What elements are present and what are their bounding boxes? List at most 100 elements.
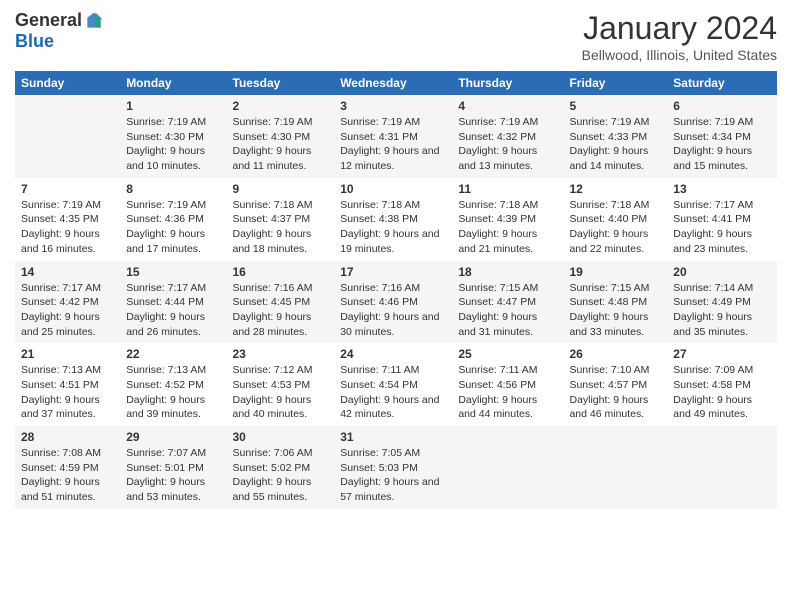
day-number: 18 bbox=[458, 265, 557, 279]
month-title: January 2024 bbox=[582, 10, 777, 47]
day-number: 25 bbox=[458, 347, 557, 361]
day-cell: 21Sunrise: 7:13 AMSunset: 4:51 PMDayligh… bbox=[15, 343, 120, 426]
day-cell: 11 Sunrise: 7:18 AMSunset: 4:39 PMDayligh… bbox=[452, 178, 563, 261]
day-cell: 20Sunrise: 7:14 AMSunset: 4:49 PMDayligh… bbox=[667, 261, 777, 344]
day-number: 24 bbox=[340, 347, 446, 361]
weekday-header-tuesday: Tuesday bbox=[227, 71, 335, 95]
logo-icon bbox=[84, 11, 104, 31]
logo-general: General bbox=[15, 10, 82, 31]
day-number: 12 bbox=[569, 182, 661, 196]
day-number: 31 bbox=[340, 430, 446, 444]
day-cell: 31 Sunrise: 7:05 AMSunset: 5:03 PMDayligh… bbox=[334, 426, 452, 509]
logo: General Blue bbox=[15, 10, 104, 52]
day-cell: 17 Sunrise: 7:16 AMSunset: 4:46 PMDayligh… bbox=[334, 261, 452, 344]
title-area: January 2024 Bellwood, Illinois, United … bbox=[582, 10, 777, 63]
day-info: Sunrise: 7:19 AMSunset: 4:36 PMDaylight:… bbox=[126, 198, 220, 257]
day-number: 27 bbox=[673, 347, 771, 361]
day-info: Sunrise: 7:07 AMSunset: 5:01 PMDaylight:… bbox=[126, 446, 220, 505]
week-row-5: 28 Sunrise: 7:08 AMSunset: 4:59 PMDayligh… bbox=[15, 426, 777, 509]
day-number: 23 bbox=[233, 347, 329, 361]
day-info: Sunrise: 7:11 AMSunset: 4:54 PMDaylight:… bbox=[340, 363, 446, 422]
day-number: 17 bbox=[340, 265, 446, 279]
day-number: 29 bbox=[126, 430, 220, 444]
day-info: Sunrise: 7:10 AMSunset: 4:57 PMDaylight:… bbox=[569, 363, 661, 422]
day-info: Sunrise: 7:19 AMSunset: 4:34 PMDaylight:… bbox=[673, 115, 771, 174]
day-info: Sunrise: 7:09 AMSunset: 4:58 PMDaylight:… bbox=[673, 363, 771, 422]
day-number: 6 bbox=[673, 99, 771, 113]
calendar-table: SundayMondayTuesdayWednesdayThursdayFrid… bbox=[15, 71, 777, 509]
day-cell bbox=[452, 426, 563, 509]
day-info: Sunrise: 7:13 AMSunset: 4:51 PMDaylight:… bbox=[21, 363, 114, 422]
weekday-header-monday: Monday bbox=[120, 71, 226, 95]
day-number: 16 bbox=[233, 265, 329, 279]
day-cell: 2 Sunrise: 7:19 AMSunset: 4:30 PMDaylight… bbox=[227, 95, 335, 178]
weekday-header-row: SundayMondayTuesdayWednesdayThursdayFrid… bbox=[15, 71, 777, 95]
day-number: 3 bbox=[340, 99, 446, 113]
day-info: Sunrise: 7:05 AMSunset: 5:03 PMDaylight:… bbox=[340, 446, 446, 505]
day-cell: 23Sunrise: 7:12 AMSunset: 4:53 PMDayligh… bbox=[227, 343, 335, 426]
day-cell: 29 Sunrise: 7:07 AMSunset: 5:01 PMDayligh… bbox=[120, 426, 226, 509]
day-info: Sunrise: 7:18 AMSunset: 4:40 PMDaylight:… bbox=[569, 198, 661, 257]
day-number: 1 bbox=[126, 99, 220, 113]
day-cell: 12 Sunrise: 7:18 AMSunset: 4:40 PMDayligh… bbox=[563, 178, 667, 261]
day-cell: 16 Sunrise: 7:16 AMSunset: 4:45 PMDayligh… bbox=[227, 261, 335, 344]
day-info: Sunrise: 7:18 AMSunset: 4:37 PMDaylight:… bbox=[233, 198, 329, 257]
day-cell: 18 Sunrise: 7:15 AMSunset: 4:47 PMDayligh… bbox=[452, 261, 563, 344]
day-info: Sunrise: 7:17 AMSunset: 4:41 PMDaylight:… bbox=[673, 198, 771, 257]
weekday-header-friday: Friday bbox=[563, 71, 667, 95]
day-info: Sunrise: 7:06 AMSunset: 5:02 PMDaylight:… bbox=[233, 446, 329, 505]
day-number: 19 bbox=[569, 265, 661, 279]
day-cell bbox=[667, 426, 777, 509]
day-number: 7 bbox=[21, 182, 114, 196]
day-number: 28 bbox=[21, 430, 114, 444]
day-number: 2 bbox=[233, 99, 329, 113]
day-number: 22 bbox=[126, 347, 220, 361]
week-row-4: 21Sunrise: 7:13 AMSunset: 4:51 PMDayligh… bbox=[15, 343, 777, 426]
day-number: 11 bbox=[458, 182, 557, 196]
logo-blue: Blue bbox=[15, 31, 54, 51]
weekday-header-thursday: Thursday bbox=[452, 71, 563, 95]
day-info: Sunrise: 7:17 AMSunset: 4:42 PMDaylight:… bbox=[21, 281, 114, 340]
day-cell: 30 Sunrise: 7:06 AMSunset: 5:02 PMDayligh… bbox=[227, 426, 335, 509]
day-cell: 19Sunrise: 7:15 AMSunset: 4:48 PMDayligh… bbox=[563, 261, 667, 344]
week-row-3: 14 Sunrise: 7:17 AMSunset: 4:42 PMDayligh… bbox=[15, 261, 777, 344]
day-cell: 4 Sunrise: 7:19 AMSunset: 4:32 PMDaylight… bbox=[452, 95, 563, 178]
day-info: Sunrise: 7:15 AMSunset: 4:47 PMDaylight:… bbox=[458, 281, 557, 340]
day-info: Sunrise: 7:16 AMSunset: 4:46 PMDaylight:… bbox=[340, 281, 446, 340]
day-cell: 22 Sunrise: 7:13 AMSunset: 4:52 PMDayligh… bbox=[120, 343, 226, 426]
day-cell: 8 Sunrise: 7:19 AMSunset: 4:36 PMDaylight… bbox=[120, 178, 226, 261]
day-info: Sunrise: 7:18 AMSunset: 4:39 PMDaylight:… bbox=[458, 198, 557, 257]
day-number: 8 bbox=[126, 182, 220, 196]
day-info: Sunrise: 7:16 AMSunset: 4:45 PMDaylight:… bbox=[233, 281, 329, 340]
day-cell: 13 Sunrise: 7:17 AMSunset: 4:41 PMDayligh… bbox=[667, 178, 777, 261]
day-info: Sunrise: 7:19 AMSunset: 4:30 PMDaylight:… bbox=[233, 115, 329, 174]
day-cell bbox=[563, 426, 667, 509]
day-number: 9 bbox=[233, 182, 329, 196]
day-number: 10 bbox=[340, 182, 446, 196]
day-number: 15 bbox=[126, 265, 220, 279]
day-number: 30 bbox=[233, 430, 329, 444]
day-cell: 5Sunrise: 7:19 AMSunset: 4:33 PMDaylight… bbox=[563, 95, 667, 178]
day-info: Sunrise: 7:08 AMSunset: 4:59 PMDaylight:… bbox=[21, 446, 114, 505]
header: General Blue January 2024 Bellwood, Illi… bbox=[15, 10, 777, 63]
day-cell: 15Sunrise: 7:17 AMSunset: 4:44 PMDayligh… bbox=[120, 261, 226, 344]
day-number: 5 bbox=[569, 99, 661, 113]
day-info: Sunrise: 7:19 AMSunset: 4:32 PMDaylight:… bbox=[458, 115, 557, 174]
day-cell: 7Sunrise: 7:19 AMSunset: 4:35 PMDaylight… bbox=[15, 178, 120, 261]
weekday-header-sunday: Sunday bbox=[15, 71, 120, 95]
day-info: Sunrise: 7:18 AMSunset: 4:38 PMDaylight:… bbox=[340, 198, 446, 257]
day-cell: 9 Sunrise: 7:18 AMSunset: 4:37 PMDaylight… bbox=[227, 178, 335, 261]
day-number: 14 bbox=[21, 265, 114, 279]
day-number: 20 bbox=[673, 265, 771, 279]
day-cell: 26 Sunrise: 7:10 AMSunset: 4:57 PMDayligh… bbox=[563, 343, 667, 426]
day-info: Sunrise: 7:11 AMSunset: 4:56 PMDaylight:… bbox=[458, 363, 557, 422]
day-number: 13 bbox=[673, 182, 771, 196]
day-number: 4 bbox=[458, 99, 557, 113]
day-cell bbox=[15, 95, 120, 178]
day-number: 26 bbox=[569, 347, 661, 361]
day-cell: 24 Sunrise: 7:11 AMSunset: 4:54 PMDayligh… bbox=[334, 343, 452, 426]
day-cell: 28 Sunrise: 7:08 AMSunset: 4:59 PMDayligh… bbox=[15, 426, 120, 509]
day-cell: 1Sunrise: 7:19 AMSunset: 4:30 PMDaylight… bbox=[120, 95, 226, 178]
day-info: Sunrise: 7:13 AMSunset: 4:52 PMDaylight:… bbox=[126, 363, 220, 422]
day-info: Sunrise: 7:19 AMSunset: 4:31 PMDaylight:… bbox=[340, 115, 446, 174]
